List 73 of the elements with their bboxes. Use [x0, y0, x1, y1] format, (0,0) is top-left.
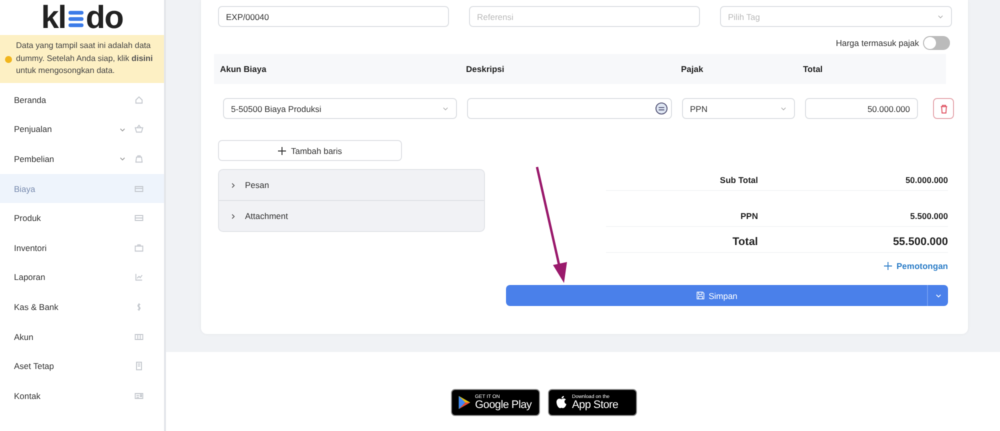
- sidebar-item[interactable]: Penjualan: [0, 114, 164, 144]
- sidebar-label: Beranda: [14, 94, 46, 105]
- plus-icon: [884, 262, 892, 270]
- summary-value: 55.500.000: [892, 236, 948, 248]
- menu-icon: [134, 184, 144, 194]
- sidebar-item[interactable]: Kontak: [0, 380, 164, 411]
- delete-button[interactable]: [933, 98, 954, 119]
- logo: kl do: [40, 0, 124, 34]
- accordion-label: Pesan: [245, 180, 270, 190]
- summary-label: Sub Total: [718, 174, 758, 184]
- column-header: Deskripsi: [466, 64, 506, 74]
- sidebar-item[interactable]: Pembelian: [0, 144, 164, 174]
- sidebar-item[interactable]: Beranda: [0, 85, 164, 115]
- apple-icon: [555, 395, 568, 410]
- menu-icon: [134, 213, 144, 224]
- sidebar-label: Penjualan: [14, 124, 52, 134]
- menu-icon: [134, 242, 144, 253]
- play-triangle-icon: [458, 395, 471, 410]
- trash-icon: [940, 104, 948, 114]
- tax-inclusive-toggle[interactable]: [923, 36, 950, 50]
- column-header: Total: [803, 64, 823, 74]
- add-row-button[interactable]: Tambah baris: [218, 140, 402, 161]
- sidebar-label: Biaya: [14, 184, 36, 194]
- sidebar-label: Pembelian: [14, 154, 54, 164]
- plus-icon: [278, 146, 286, 154]
- sidebar-label: Kontak: [14, 390, 40, 401]
- save-icon: [696, 291, 705, 300]
- menu-icon: [134, 361, 144, 372]
- menu-icon: [134, 94, 144, 105]
- description-field[interactable]: [467, 98, 672, 119]
- sidebar-label: Aset Tetap: [14, 361, 54, 372]
- badge-title: App Store: [572, 400, 618, 410]
- menu-icon: [134, 154, 144, 164]
- summary-value: 50.000.000: [904, 174, 948, 184]
- accordion-label: Attachment: [245, 211, 288, 221]
- sidebar-item[interactable]: Laporan: [0, 262, 164, 292]
- accordion-item[interactable]: Pesan: [219, 170, 484, 200]
- deduction-link[interactable]: Pemotongan: [884, 261, 948, 271]
- dropdown-icon: [442, 105, 449, 112]
- menu-icon: [134, 124, 144, 134]
- caret-icon: [934, 292, 942, 299]
- accordion-item[interactable]: Attachment: [219, 200, 484, 231]
- menu-icon: [134, 332, 144, 342]
- column-header: Pajak: [681, 64, 704, 74]
- dropdown-icon: [780, 105, 787, 112]
- account-select[interactable]: 5-50500 Biaya Produksi: [223, 98, 457, 119]
- sidebar-label: Akun: [14, 332, 34, 342]
- notice-text: Data yang tampil saat ini adalah data dummy. Setelah Anda siap, klik disini untuk mengosongkan data.: [16, 40, 154, 78]
- save-button[interactable]: Simpan: [506, 285, 927, 306]
- sidebar-label: Produk: [14, 213, 41, 224]
- number-field[interactable]: EXP/00040: [218, 6, 449, 27]
- save-options-button[interactable]: [927, 285, 948, 306]
- clear-data-link[interactable]: disini: [131, 54, 153, 63]
- total-field[interactable]: 50.000.000: [805, 98, 918, 119]
- sidebar-item[interactable]: Aset Tetap: [0, 351, 164, 381]
- sidebar-label: Inventori: [14, 242, 47, 253]
- sidebar-label: Laporan: [14, 272, 46, 282]
- sidebar-item[interactable]: Akun: [0, 322, 164, 352]
- sidebar-label: Kas & Bank: [14, 302, 58, 312]
- badge-title: Google Play: [475, 400, 532, 410]
- summary-label: PPN: [740, 210, 758, 220]
- menu-icon: [134, 390, 144, 401]
- tax-select[interactable]: PPN: [682, 98, 795, 119]
- summary-value: 5.500.000: [909, 210, 948, 220]
- summary-label: Total: [732, 236, 758, 248]
- dropdown-icon: [937, 13, 944, 20]
- sidebar-item[interactable]: Kas & Bank: [0, 292, 164, 322]
- column-header: Akun Biaya: [220, 64, 268, 74]
- tax-inclusive-label: Harga termasuk pajak: [836, 38, 919, 48]
- sidebar-item[interactable]: Produk: [0, 203, 164, 233]
- info-dot-icon: [5, 56, 12, 62]
- sidebar-item[interactable]: Inventori: [0, 232, 164, 263]
- menu-icon: [134, 272, 144, 282]
